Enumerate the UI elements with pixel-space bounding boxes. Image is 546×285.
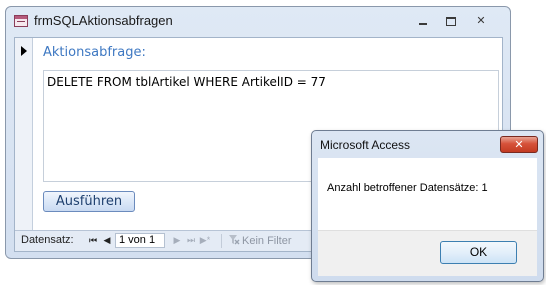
next-record-button[interactable]: ▶ xyxy=(171,234,183,247)
close-icon: ✕ xyxy=(476,14,486,27)
message-dialog: Microsoft Access ✕ Anzahl betroffener Da… xyxy=(311,130,544,282)
record-label: Datensatz: xyxy=(21,234,74,246)
window-title: frmSQLAktionsabfragen xyxy=(34,13,173,28)
nav-divider xyxy=(221,234,222,248)
previous-record-button[interactable]: ◀ xyxy=(101,234,113,247)
dialog-title: Microsoft Access xyxy=(320,138,411,152)
dialog-close-button[interactable]: ✕ xyxy=(500,136,538,153)
filter-label: Kein Filter xyxy=(242,235,292,247)
maximize-button[interactable] xyxy=(440,13,462,29)
current-record-input[interactable]: 1 von 1 xyxy=(115,233,165,248)
first-record-button[interactable]: ⏮ xyxy=(87,234,99,247)
new-record-button[interactable]: ▶* xyxy=(199,234,211,247)
record-selector[interactable] xyxy=(15,38,33,230)
minimize-button[interactable] xyxy=(412,13,434,29)
current-record-arrow-icon xyxy=(21,46,27,56)
form-icon xyxy=(14,15,28,27)
maximize-icon xyxy=(446,16,456,26)
ok-button[interactable]: OK xyxy=(440,241,517,264)
query-field-label: Aktionsabfrage: xyxy=(43,45,146,60)
filter-toggle[interactable]: Kein Filter xyxy=(229,234,292,247)
close-icon: ✕ xyxy=(514,138,524,151)
run-button[interactable]: Ausführen xyxy=(43,191,135,212)
dialog-client-area: Anzahl betroffener Datensätze: 1 OK xyxy=(318,158,537,276)
minimize-icon xyxy=(419,23,427,25)
close-button[interactable]: ✕ xyxy=(470,13,492,29)
last-record-button[interactable]: ⏭ xyxy=(185,234,197,247)
dialog-message: Anzahl betroffener Datensätze: 1 xyxy=(327,182,488,194)
filter-icon xyxy=(229,235,240,245)
dialog-footer: OK xyxy=(318,230,537,276)
title-bar[interactable]: frmSQLAktionsabfragen ✕ xyxy=(6,7,510,37)
